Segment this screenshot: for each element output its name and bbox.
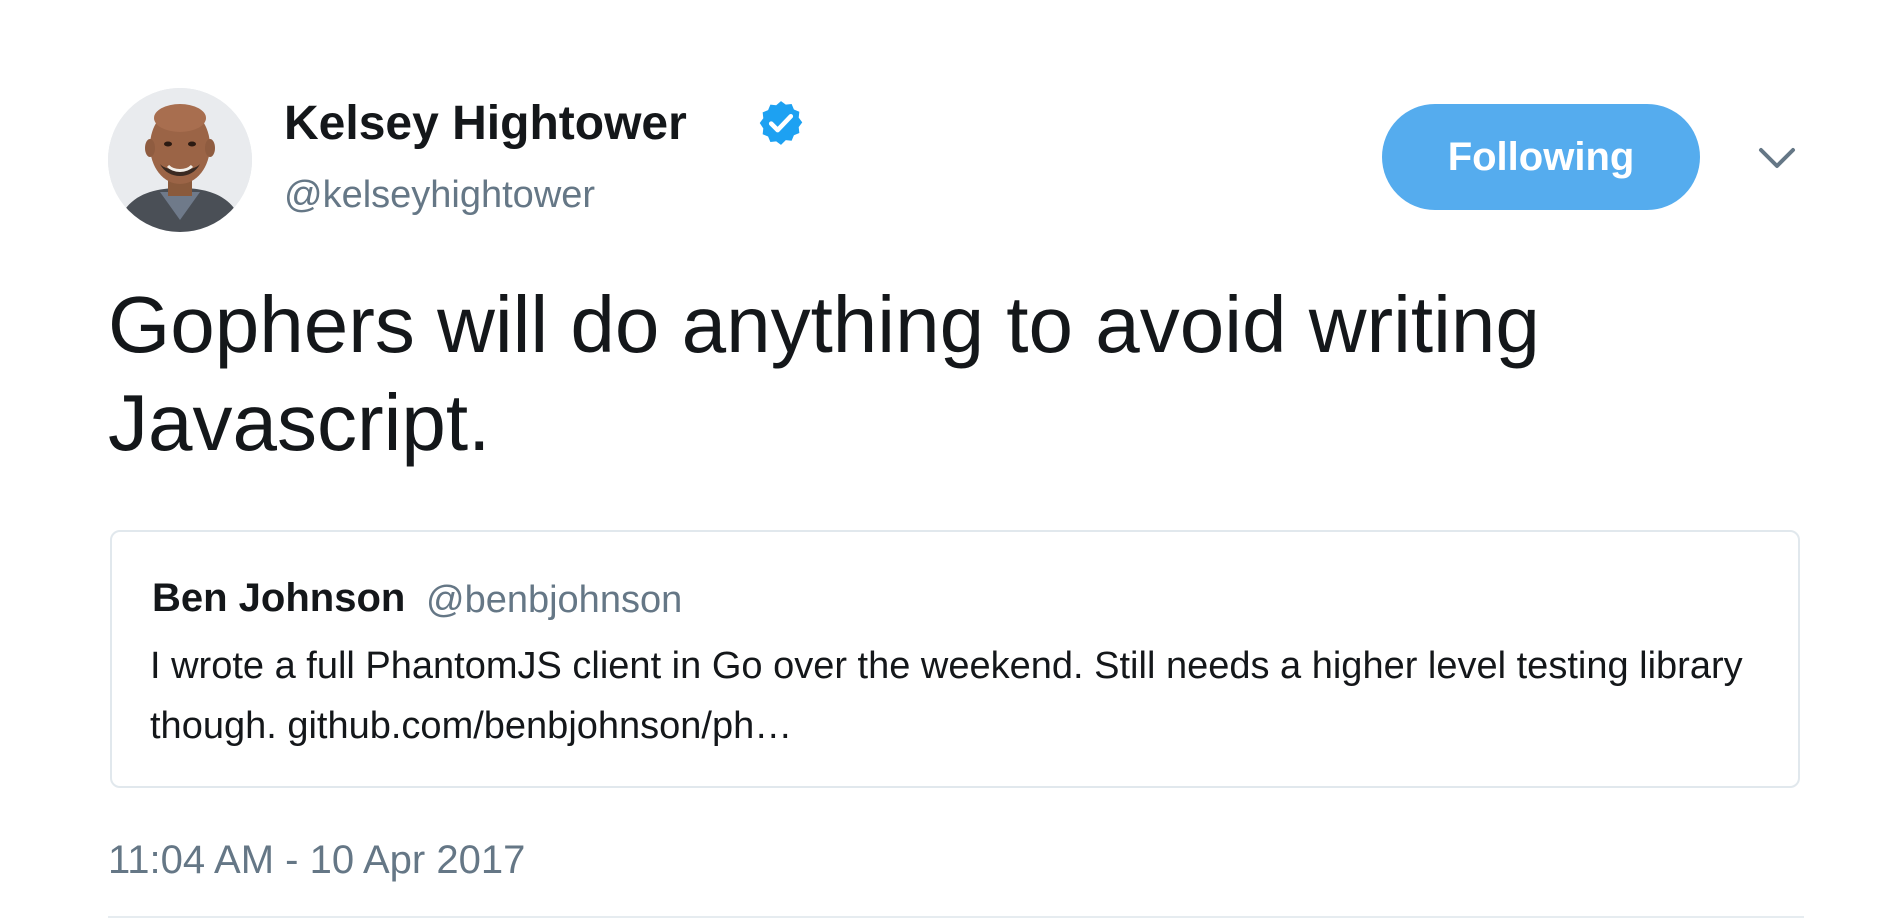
avatar-photo-icon	[108, 88, 252, 232]
quoted-tweet[interactable]: Ben Johnson @benbjohnson I wrote a full …	[110, 530, 1800, 788]
author-handle[interactable]: @kelseyhightower	[284, 172, 595, 218]
verified-badge-icon	[759, 101, 803, 145]
avatar[interactable]	[108, 88, 252, 232]
quoted-author-handle: @benbjohnson	[426, 579, 683, 621]
chevron-down-icon[interactable]	[1752, 138, 1802, 178]
quoted-tweet-text: I wrote a full PhantomJS client in Go ov…	[150, 645, 1743, 747]
tweet-text: Gophers will do anything to avoid writin…	[108, 280, 1540, 467]
quoted-author-name: Ben Johnson	[152, 576, 406, 620]
tweet-timestamp[interactable]: 11:04 AM - 10 Apr 2017	[108, 836, 525, 884]
author-name[interactable]: Kelsey Hightower	[284, 96, 687, 152]
tweet-card: Kelsey Hightower @kelseyhightower Follow…	[0, 0, 1902, 918]
following-button[interactable]: Following	[1382, 104, 1700, 210]
